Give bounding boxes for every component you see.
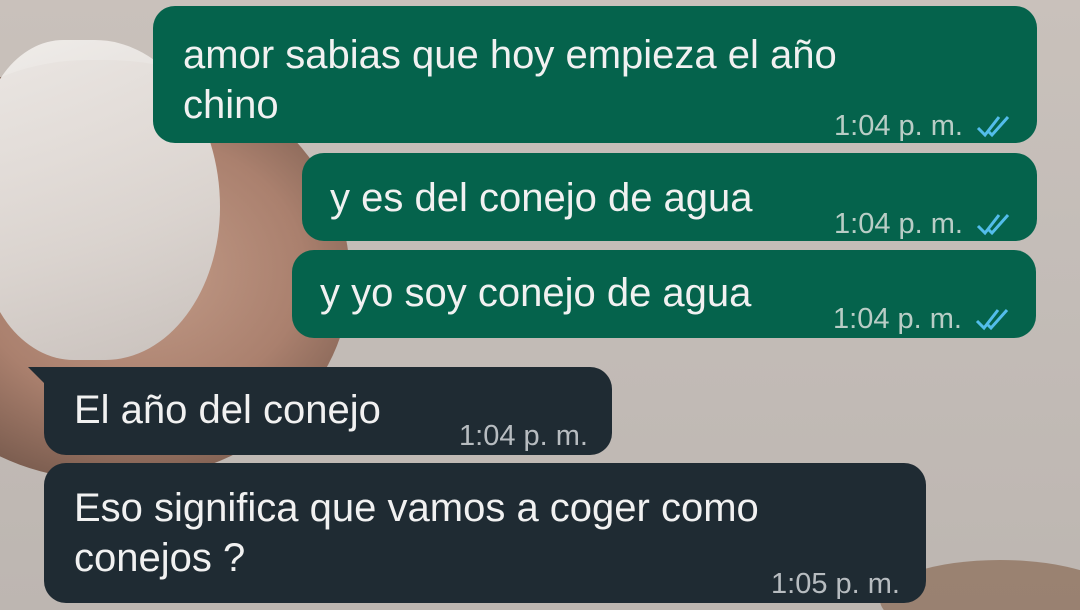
- message-text: Eso significa que vamos a coger como con…: [74, 486, 759, 580]
- message-time: 1:04 p. m.: [834, 110, 963, 142]
- message-meta: 1:04 p. m.: [833, 294, 1014, 344]
- message-meta: 1:05 p. m.: [771, 559, 900, 609]
- message-meta: 1:04 p. m.: [459, 411, 588, 461]
- message-time: 1:05 p. m.: [771, 568, 900, 600]
- message-bubble-outgoing[interactable]: amor sabias que hoy empieza el año chino…: [153, 6, 1037, 143]
- bubble-tail: [28, 367, 50, 389]
- message-meta: 1:04 p. m.: [834, 199, 1015, 249]
- message-text: El año del conejo: [74, 388, 381, 432]
- message-time: 1:04 p. m.: [834, 208, 963, 240]
- message-meta: 1:04 p. m.: [834, 101, 1015, 151]
- double-check-read-icon: [976, 214, 1010, 236]
- double-check-read-icon: [976, 116, 1010, 138]
- message-bubble-outgoing[interactable]: y yo soy conejo de agua 1:04 p. m.: [292, 250, 1036, 338]
- message-text: y yo soy conejo de agua: [320, 271, 752, 315]
- message-time: 1:04 p. m.: [459, 420, 588, 452]
- message-bubble-incoming[interactable]: Eso significa que vamos a coger como con…: [44, 463, 926, 603]
- message-text: amor sabias que hoy empieza el año chino: [183, 33, 837, 127]
- message-time: 1:04 p. m.: [833, 303, 962, 335]
- message-bubble-incoming[interactable]: El año del conejo 1:04 p. m.: [28, 367, 612, 455]
- message-text: y es del conejo de agua: [330, 176, 753, 220]
- double-check-read-icon: [975, 309, 1009, 331]
- message-bubble-outgoing[interactable]: y es del conejo de agua 1:04 p. m.: [302, 153, 1037, 241]
